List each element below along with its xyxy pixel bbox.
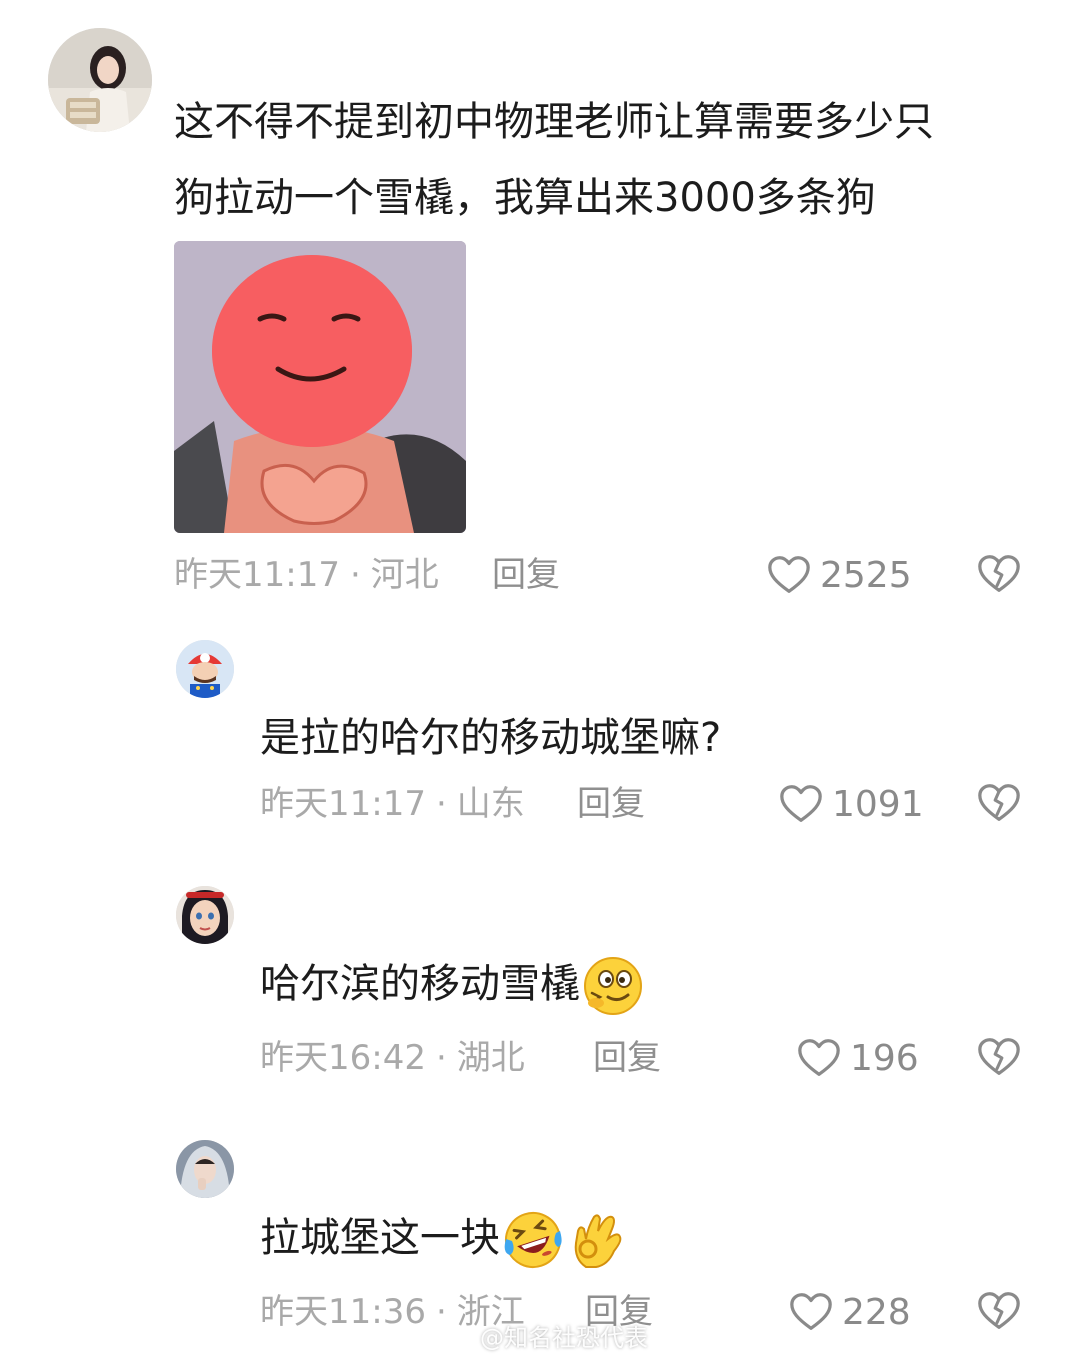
like-count: 1091 [832, 783, 924, 825]
timestamp: 昨天11:36 [260, 1292, 426, 1332]
weibo-watermark: @知名社恐代表 [444, 1318, 648, 1353]
dislike-button[interactable] [976, 780, 1022, 826]
username-redacted[interactable] [262, 678, 302, 692]
like-button[interactable]: 196 [796, 1034, 919, 1082]
comment-text: 拉城堡这一块 [260, 1206, 628, 1271]
comment-text-content: 哈尔滨的移动雪橇 [260, 961, 580, 1007]
heart-icon [796, 1035, 842, 1081]
broken-heart-icon [976, 780, 1022, 826]
timestamp: 昨天11:17 [260, 784, 426, 824]
mario-avatar-icon[interactable] [176, 640, 234, 698]
timestamp: 昨天11:17 [174, 555, 340, 595]
meta-separator: · [435, 784, 447, 824]
like-button[interactable]: 228 [788, 1288, 911, 1336]
location: 湖北 [456, 1038, 525, 1078]
username-redacted[interactable] [262, 1152, 302, 1166]
dislike-button[interactable] [976, 551, 1022, 597]
timestamp: 昨天16:42 [260, 1038, 426, 1078]
like-count: 196 [850, 1037, 919, 1079]
meta-separator: · [435, 1038, 447, 1078]
comment-text: 哈尔滨的移动雪橇 [260, 952, 644, 1017]
laughing-crying-emoji-icon [502, 1209, 564, 1271]
location: 河北 [370, 555, 439, 595]
comment-text-line-2: 狗拉动一个雪橇，我算出来3000多条狗 [174, 175, 876, 221]
comment-text-content: 拉城堡这一块 [260, 1215, 500, 1261]
drooling-face-emoji-icon [582, 955, 644, 1017]
dislike-button[interactable] [976, 1288, 1022, 1334]
username-redacted[interactable] [262, 898, 302, 912]
like-button[interactable]: 1091 [778, 780, 924, 828]
heart-icon [766, 552, 812, 598]
cartoon-girl-avatar-icon[interactable] [176, 886, 234, 944]
heart-icon [778, 781, 824, 827]
broken-heart-icon [976, 1288, 1022, 1334]
veiled-woman-avatar-icon[interactable] [176, 1140, 234, 1198]
weibo-logo-icon [445, 1326, 473, 1347]
location: 山东 [456, 784, 525, 824]
comment-text: 是拉的哈尔的移动城堡嘛? [260, 715, 722, 761]
broken-heart-icon [976, 551, 1022, 597]
reply-button[interactable]: 回复 [492, 555, 560, 595]
meta-separator: · [349, 555, 361, 595]
comment-meta: 昨天11:17 · 山东 [260, 784, 525, 824]
reply-button[interactable]: 回复 [577, 784, 645, 824]
girl-avatar-icon[interactable] [48, 28, 152, 132]
reply-button[interactable]: 回复 [593, 1038, 661, 1078]
username-redacted[interactable] [176, 58, 256, 72]
dislike-button[interactable] [976, 1034, 1022, 1080]
like-count: 228 [842, 1291, 911, 1333]
watermark-text: @知名社恐代表 [480, 1324, 648, 1352]
comment-meta: 昨天16:42 · 湖北 [260, 1038, 525, 1078]
like-count: 2525 [820, 554, 912, 596]
like-button[interactable]: 2525 [766, 551, 912, 599]
red-face-meme-sticker[interactable] [174, 241, 466, 533]
broken-heart-icon [976, 1034, 1022, 1080]
comment-meta: 昨天11:17 · 河北 [174, 555, 439, 595]
heart-icon [788, 1289, 834, 1335]
comment-text-line-1: 这不得不提到初中物理老师让算需要多少只 [174, 99, 934, 145]
ok-hand-emoji-icon [566, 1209, 628, 1271]
